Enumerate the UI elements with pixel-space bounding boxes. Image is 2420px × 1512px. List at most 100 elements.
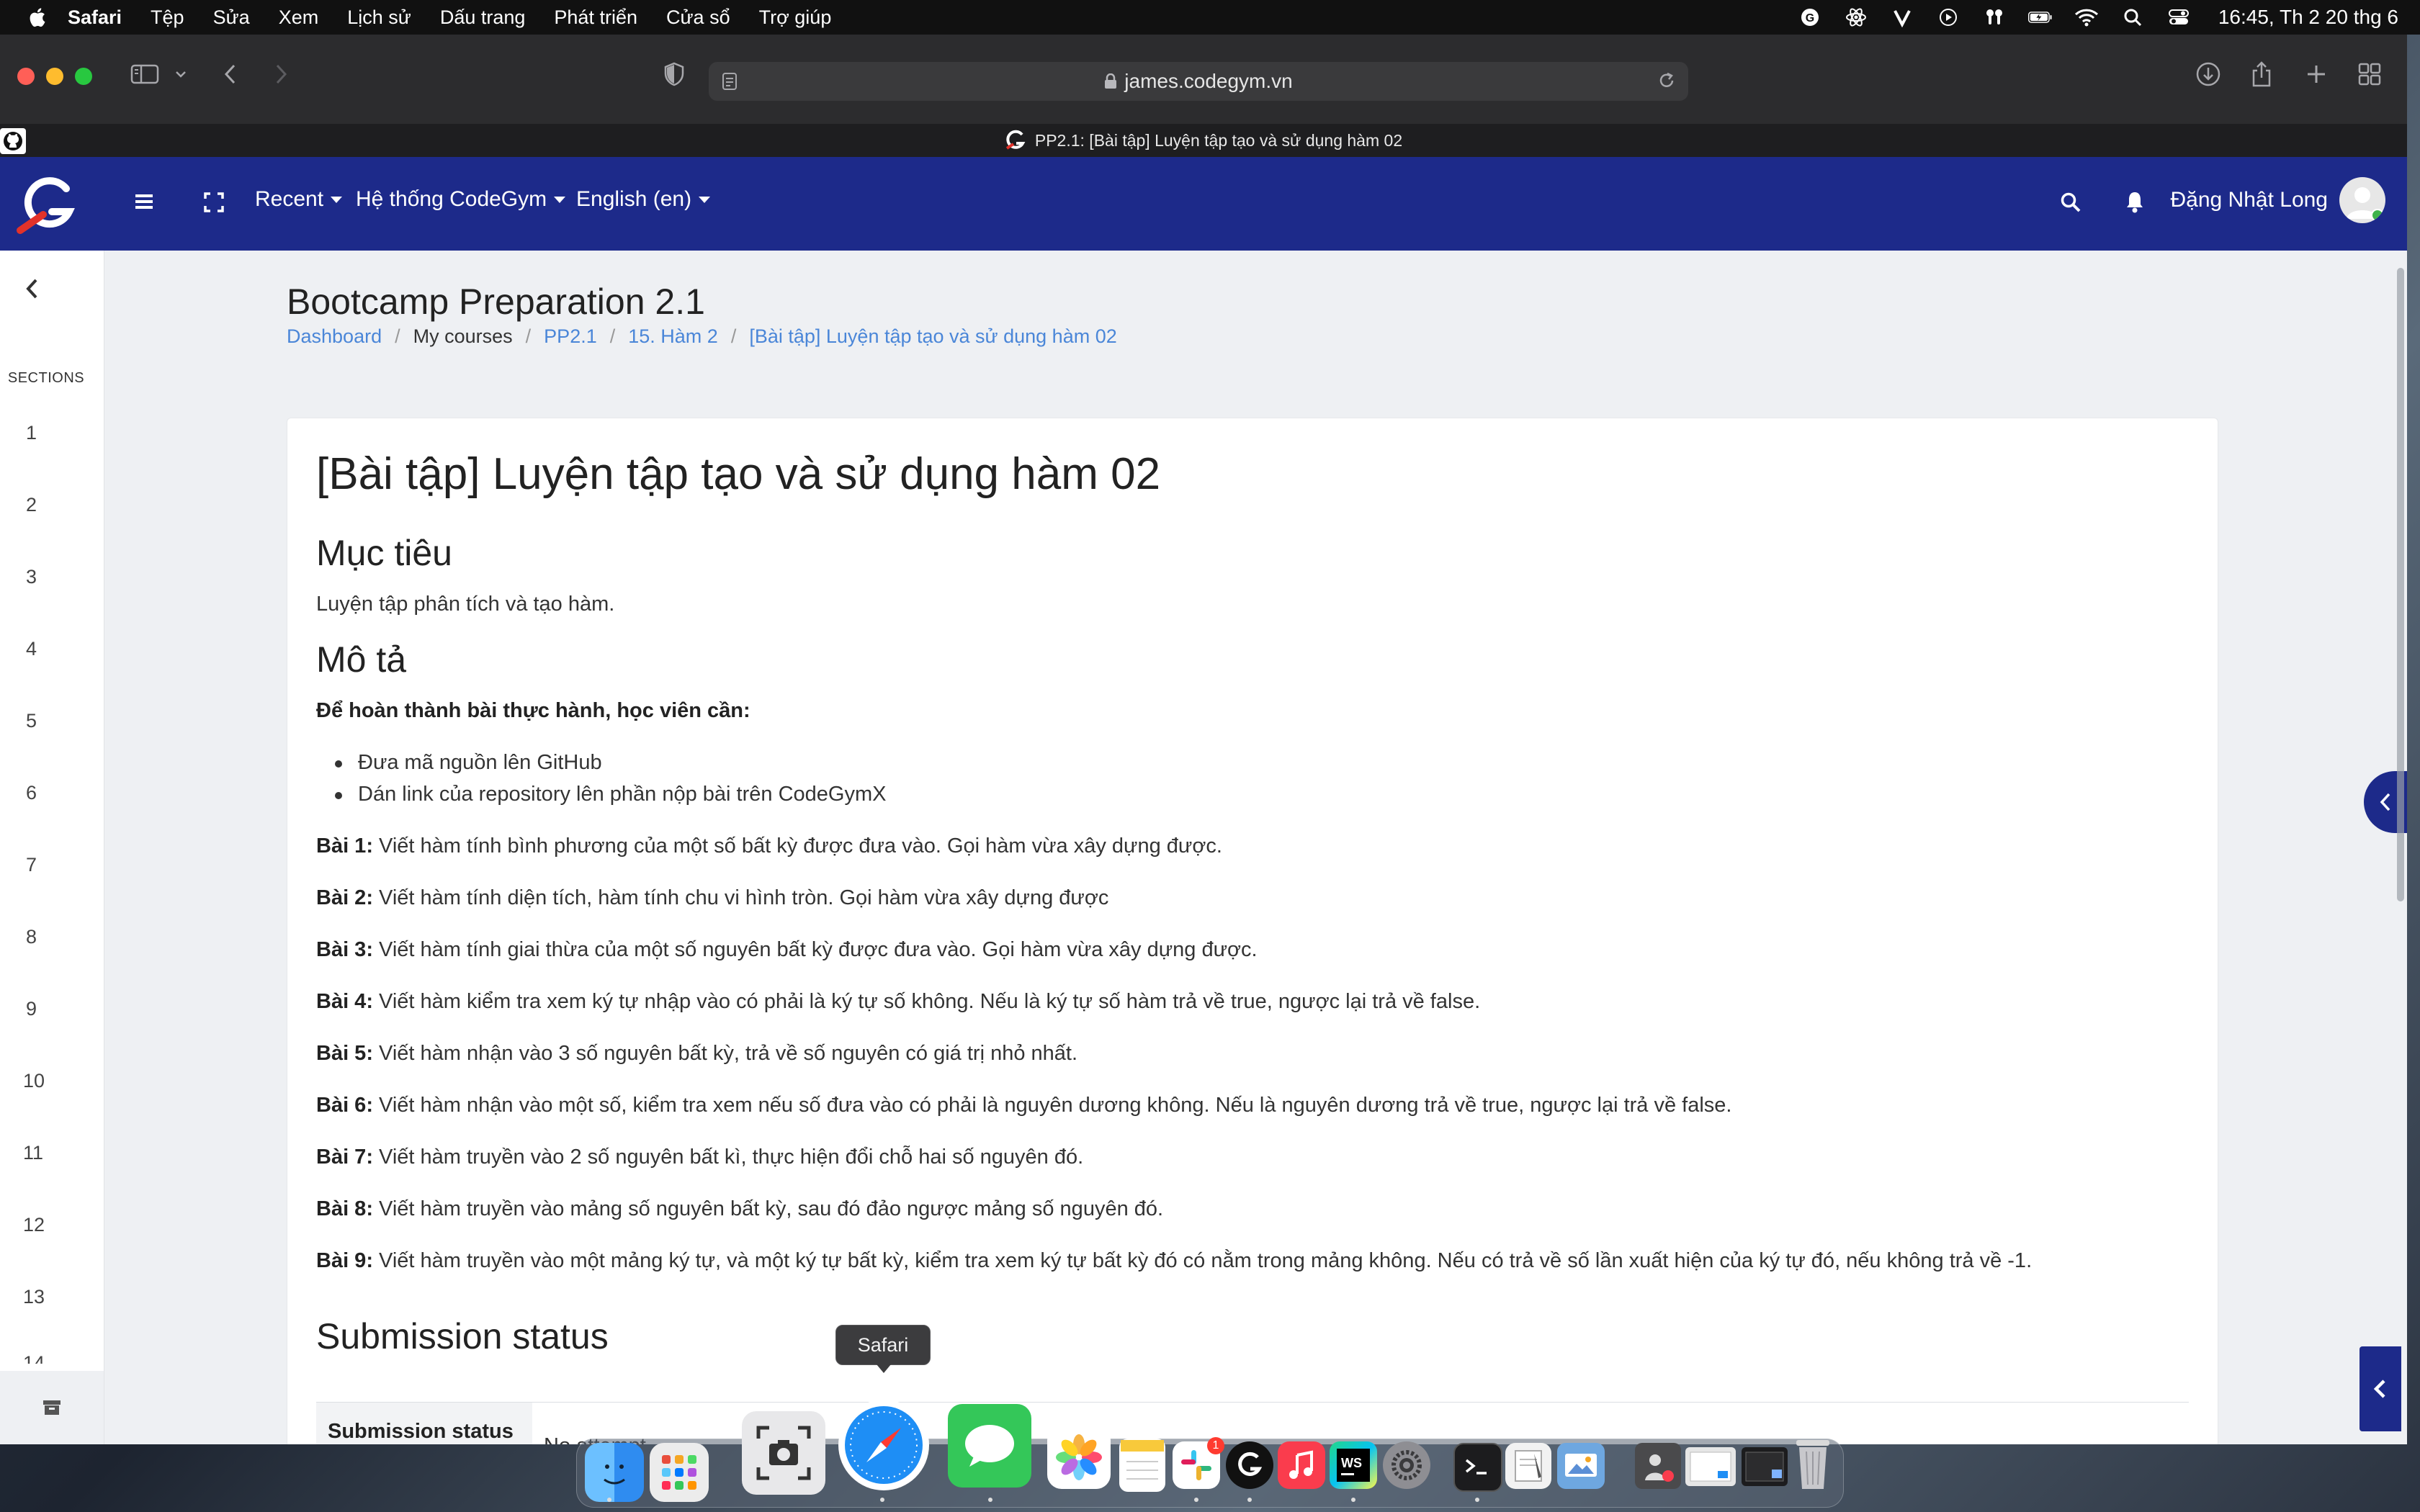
zoom-window-button[interactable]: [75, 68, 92, 85]
svg-text:WS: WS: [1341, 1456, 1362, 1470]
trash-icon[interactable]: [1793, 1437, 1832, 1492]
user-name: Đặng Nhật Long: [2170, 188, 2329, 212]
finder-icon[interactable]: [585, 1443, 644, 1502]
section-link-4[interactable]: 4: [26, 638, 37, 660]
section-link-8[interactable]: 8: [26, 926, 37, 948]
control-center-icon[interactable]: [2166, 8, 2191, 27]
spotlight-search-icon[interactable]: [2120, 8, 2145, 27]
exercise-label: Bài 5:: [316, 1042, 373, 1065]
section-link-11[interactable]: 11: [23, 1142, 43, 1164]
new-tab-icon[interactable]: [2302, 55, 2331, 94]
exercise-label: Bài 3:: [316, 938, 373, 961]
chevron-down-icon[interactable]: [171, 55, 190, 94]
section-link-5[interactable]: 5: [26, 710, 37, 732]
section-link-2[interactable]: 2: [26, 494, 37, 516]
menubar-clock[interactable]: 16:45, Th 2 20 thg 6: [2218, 6, 2398, 29]
downloads-icon[interactable]: [2194, 55, 2223, 94]
close-window-button[interactable]: [17, 68, 35, 85]
caret-down-icon: [331, 196, 343, 203]
notes-icon[interactable]: [1119, 1439, 1165, 1492]
menu-edit[interactable]: Sửa: [213, 6, 250, 29]
recent-app-icon[interactable]: [1635, 1443, 1681, 1489]
recent-dropdown[interactable]: Recent: [255, 187, 343, 212]
codegym-logo[interactable]: [14, 170, 84, 239]
breadcrumb-activity[interactable]: [Bài tập] Luyện tập tạo và sử dụng hàm 0…: [749, 325, 1116, 348]
grammarly-icon[interactable]: G: [1798, 8, 1822, 27]
close-drawer-chevron-icon[interactable]: [22, 276, 43, 301]
sidebar-toggle-icon[interactable]: [127, 55, 163, 94]
section-link-6[interactable]: 6: [26, 782, 37, 804]
reload-icon[interactable]: [1657, 71, 1677, 96]
exercise-label: Bài 7:: [316, 1146, 373, 1169]
language-dropdown[interactable]: English (en): [576, 187, 711, 212]
menu-view[interactable]: Xem: [279, 6, 319, 29]
wifi-icon[interactable]: [2074, 8, 2099, 27]
fullscreen-icon[interactable]: [203, 192, 225, 213]
section-link-3[interactable]: 3: [26, 566, 37, 588]
section-link-14[interactable]: 14: [23, 1352, 45, 1364]
search-icon[interactable]: [2060, 192, 2081, 213]
textedit-icon[interactable]: [1505, 1443, 1551, 1489]
launchpad-icon[interactable]: [650, 1443, 709, 1502]
menu-bookmarks[interactable]: Dấu trang: [440, 6, 526, 29]
privacy-shield-icon[interactable]: [661, 55, 687, 94]
address-bar[interactable]: james.codegym.vn: [709, 62, 1688, 101]
breadcrumb-section[interactable]: 15. Hàm 2: [628, 325, 718, 348]
screenshot-icon[interactable]: [742, 1411, 825, 1495]
section-link-12[interactable]: 12: [23, 1214, 45, 1236]
menu-develop[interactable]: Phát triển: [554, 6, 637, 29]
active-tab-title[interactable]: PP2.1: [Bài tập] Luyện tập tạo và sử dụn…: [1035, 131, 1402, 150]
breadcrumb-dashboard[interactable]: Dashboard: [287, 325, 382, 348]
system-label: Hệ thống CodeGym: [356, 187, 547, 211]
photos-icon[interactable]: [1047, 1426, 1111, 1489]
menu-hamburger-icon[interactable]: [134, 193, 154, 210]
airpods-icon[interactable]: [1982, 8, 2007, 27]
running-indicator: [1194, 1498, 1198, 1502]
open-drawer-button[interactable]: [2360, 1346, 2401, 1431]
section-link-7[interactable]: 7: [26, 854, 37, 876]
notifications-bell-icon[interactable]: [2125, 190, 2145, 213]
minimize-window-button[interactable]: [46, 68, 63, 85]
system-settings-icon[interactable]: [1383, 1441, 1430, 1489]
media-play-icon[interactable]: [1936, 8, 1960, 27]
battery-icon[interactable]: [2027, 8, 2053, 27]
terminal-window-thumbnail-icon[interactable]: [1742, 1447, 1788, 1486]
music-icon[interactable]: [1278, 1441, 1325, 1489]
page-icon: [722, 72, 738, 96]
back-icon[interactable]: [218, 55, 243, 94]
course-index-drawer: SECTIONS 1 2 3 4 5 6 7 8 9 10 11 12 13 1…: [0, 251, 104, 1444]
terminal-icon[interactable]: [1453, 1443, 1502, 1492]
recent-window-thumbnail-icon[interactable]: [1685, 1447, 1736, 1486]
preview-icon[interactable]: [1557, 1443, 1605, 1489]
vivaldi-icon[interactable]: [1890, 8, 1914, 27]
react-icon[interactable]: [1844, 8, 1868, 27]
section-link-9[interactable]: 9: [26, 998, 37, 1020]
breadcrumb-course[interactable]: PP2.1: [544, 325, 597, 348]
webstorm-icon[interactable]: WS: [1330, 1441, 1377, 1489]
menu-window[interactable]: Cửa sổ: [666, 6, 730, 29]
menu-app-safari[interactable]: Safari: [68, 6, 122, 29]
system-dropdown[interactable]: Hệ thống CodeGym: [356, 187, 566, 212]
menu-help[interactable]: Trợ giúp: [759, 6, 832, 29]
menu-file[interactable]: Tệp: [151, 6, 184, 29]
exercise-text: Viết hàm nhận vào một số, kiểm tra xem n…: [372, 1094, 1732, 1117]
forward-icon[interactable]: [268, 55, 294, 94]
section-link-13[interactable]: 13: [23, 1286, 45, 1308]
section-link-10[interactable]: 10: [23, 1070, 45, 1092]
messages-icon[interactable]: [948, 1404, 1031, 1488]
grammarly-app-icon[interactable]: [1226, 1441, 1273, 1489]
slack-icon[interactable]: 1: [1173, 1437, 1224, 1489]
share-icon[interactable]: [2247, 55, 2276, 94]
menu-history[interactable]: Lịch sử: [347, 6, 411, 29]
running-indicator: [1247, 1498, 1252, 1502]
archive-icon[interactable]: [42, 1399, 61, 1416]
tab-overview-icon[interactable]: [2355, 55, 2384, 94]
section-link-1[interactable]: 1: [26, 422, 37, 444]
drawer-footer: [0, 1371, 104, 1444]
github-icon[interactable]: [0, 128, 26, 154]
exercise-label: Bài 8:: [316, 1197, 373, 1220]
page-scrollbar[interactable]: [2397, 268, 2404, 901]
safari-icon[interactable]: [838, 1400, 929, 1490]
user-menu[interactable]: Đặng Nhật Long: [2170, 177, 2385, 223]
apple-icon[interactable]: [27, 6, 46, 28]
